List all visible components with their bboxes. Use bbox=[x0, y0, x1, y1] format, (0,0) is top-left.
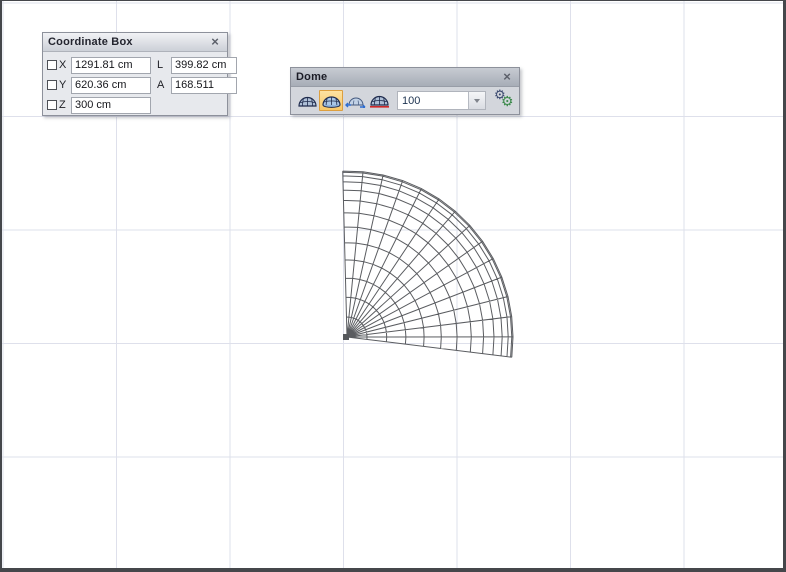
a-value-field[interactable] bbox=[171, 77, 237, 94]
dome-move-tool-button[interactable] bbox=[343, 90, 367, 111]
dome-resolution-combobox bbox=[397, 91, 486, 110]
dome-3d-icon bbox=[321, 94, 342, 108]
coordinate-row-x: X L bbox=[47, 55, 223, 75]
gears-icon: ⚙ bbox=[501, 93, 514, 110]
dome-toolbar-titlebar[interactable]: Dome × bbox=[291, 68, 519, 87]
coordinate-row-y: Y A bbox=[47, 75, 223, 95]
l-value-field[interactable] bbox=[171, 57, 237, 74]
x-lock-checkbox[interactable] bbox=[47, 60, 57, 70]
x-axis-label: X bbox=[59, 59, 69, 71]
dome-settings-button[interactable]: ⚙ ⚙ bbox=[493, 90, 515, 112]
y-axis-label: Y bbox=[59, 79, 69, 91]
dome-3d-tool-button[interactable] bbox=[319, 90, 343, 111]
y-lock-checkbox[interactable] bbox=[47, 80, 57, 90]
coordinate-box-body: X L Y A Z bbox=[43, 52, 227, 117]
close-icon[interactable]: × bbox=[500, 70, 514, 84]
x-value-field[interactable] bbox=[71, 57, 151, 74]
l-label: L bbox=[157, 59, 166, 71]
dome-plain-tool-button[interactable] bbox=[295, 90, 319, 111]
dome-plain-icon bbox=[297, 94, 318, 108]
close-icon[interactable]: × bbox=[208, 35, 222, 49]
z-value-field[interactable] bbox=[71, 97, 151, 114]
y-value-field[interactable] bbox=[71, 77, 151, 94]
app-window: Coordinate Box × X L Y A Z bbox=[0, 0, 786, 572]
dome-baseline-icon bbox=[369, 94, 390, 108]
coordinate-row-z: Z bbox=[47, 95, 223, 115]
dome-resolution-input[interactable] bbox=[398, 92, 468, 109]
dome-toolbar-palette: Dome × bbox=[290, 67, 520, 115]
dome-baseline-tool-button[interactable] bbox=[367, 90, 391, 111]
coordinate-box-title: Coordinate Box bbox=[48, 36, 208, 48]
dome-toolbar-title: Dome bbox=[296, 71, 500, 83]
dome-move-icon bbox=[345, 94, 366, 108]
dome-toolbar-body: ⚙ ⚙ bbox=[291, 87, 519, 114]
a-label: A bbox=[157, 79, 166, 91]
chevron-down-icon bbox=[474, 99, 480, 103]
coordinate-box-titlebar[interactable]: Coordinate Box × bbox=[43, 33, 227, 52]
coordinate-box-palette: Coordinate Box × X L Y A Z bbox=[42, 32, 228, 116]
dropdown-button[interactable] bbox=[468, 92, 485, 109]
z-axis-label: Z bbox=[59, 99, 69, 111]
z-lock-checkbox[interactable] bbox=[47, 100, 57, 110]
